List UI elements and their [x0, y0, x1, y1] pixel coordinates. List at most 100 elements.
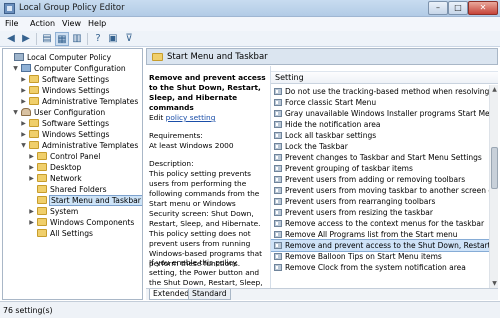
menu-bar: File Action View Help	[0, 17, 500, 31]
setting-row[interactable]: Remove access to the context menus for t…	[271, 218, 498, 229]
description-body: This policy setting prevents users from …	[149, 169, 263, 268]
back-arrow-icon[interactable]: ◀	[4, 32, 18, 46]
minimize-button[interactable]: –	[428, 1, 448, 15]
details-pane-title: Start Menu and Taskbar	[167, 52, 268, 62]
policy-setting-icon	[274, 143, 282, 150]
setting-name: Gray unavailable Windows Installer progr…	[285, 109, 498, 118]
edit-policy-setting-link[interactable]: policy setting	[166, 113, 216, 122]
setting-row[interactable]: Lock all taskbar settings	[271, 130, 498, 141]
toolbar-separator	[87, 33, 88, 45]
expander-icon	[28, 197, 35, 204]
expand-arrow-icon[interactable]: ▶	[20, 131, 27, 138]
policy-setting-icon	[274, 198, 282, 205]
expander-icon[interactable]	[5, 54, 12, 61]
collapse-arrow-icon[interactable]: ▼	[20, 142, 27, 149]
setting-column-header[interactable]: Setting	[271, 71, 498, 84]
help-icon[interactable]: ?	[91, 32, 105, 46]
setting-row-selected[interactable]: Remove and prevent access to the Shut Do…	[271, 239, 498, 252]
toolbar: ◀ ▶ ▤ ▦ ▥ ? ▣ ⊽	[0, 31, 500, 47]
tab-standard[interactable]: Standard	[188, 289, 231, 300]
folder-icon	[152, 53, 163, 61]
setting-row[interactable]: Prevent changes to Taskbar and Start Men…	[271, 152, 498, 163]
setting-name: Remove All Programs list from the Start …	[285, 230, 458, 239]
show-hide-tree-icon[interactable]: ▦	[55, 32, 69, 46]
tree-node-label: Network	[50, 174, 82, 183]
expander-icon	[28, 230, 35, 237]
description-label: Description:	[149, 159, 194, 168]
window-title: Local Group Policy Editor	[19, 3, 125, 13]
console-tree: Local Computer Policy ▼ Computer Configu…	[2, 48, 143, 300]
description-body-continued: If you enable this policy setting, the P…	[149, 258, 263, 287]
scroll-up-icon[interactable]: ▲	[490, 85, 499, 94]
tree-node-label: All Settings	[50, 229, 93, 238]
settings-scrollbar[interactable]: ▲ ▼	[489, 85, 498, 288]
setting-row[interactable]: Prevent users from adding or removing to…	[271, 174, 498, 185]
maximize-button[interactable]: □	[448, 1, 468, 15]
tree-node-label: Windows Settings	[42, 130, 110, 139]
expand-arrow-icon[interactable]: ▶	[28, 175, 35, 182]
requirements-value: At least Windows 2000	[149, 141, 234, 150]
expand-arrow-icon[interactable]: ▶	[28, 208, 35, 215]
expand-arrow-icon[interactable]: ▶	[20, 76, 27, 83]
scroll-thumb[interactable]	[491, 147, 498, 189]
policy-setting-icon	[274, 264, 282, 271]
policy-setting-icon	[274, 242, 282, 249]
up-folder-icon[interactable]: ▤	[40, 32, 54, 46]
menu-file[interactable]: File	[5, 19, 18, 28]
scroll-down-icon[interactable]: ▼	[490, 279, 499, 288]
close-button[interactable]: ✕	[468, 1, 498, 15]
folder-icon	[29, 97, 39, 105]
collapse-arrow-icon[interactable]: ▼	[12, 109, 19, 116]
policy-setting-icon	[274, 88, 282, 95]
setting-row[interactable]: Prevent users from resizing the taskbar	[271, 207, 498, 218]
folder-icon	[29, 86, 39, 94]
expand-arrow-icon[interactable]: ▶	[20, 120, 27, 127]
folder-icon	[29, 119, 39, 127]
folder-icon	[37, 229, 47, 237]
computer-icon	[21, 64, 31, 72]
setting-row[interactable]: Prevent users from moving taskbar to ano…	[271, 185, 498, 196]
expand-arrow-icon[interactable]: ▶	[28, 153, 35, 160]
expand-arrow-icon[interactable]: ▶	[28, 164, 35, 171]
setting-row[interactable]: Hide the notification area	[271, 119, 498, 130]
setting-row[interactable]: Gray unavailable Windows Installer progr…	[271, 108, 498, 119]
setting-row[interactable]: Remove Balloon Tips on Start Menu items	[271, 251, 498, 262]
setting-row[interactable]: Prevent grouping of taskbar items	[271, 163, 498, 174]
export-list-icon[interactable]: ▥	[70, 32, 84, 46]
expand-arrow-icon[interactable]: ▶	[20, 87, 27, 94]
folder-open-icon	[37, 196, 47, 204]
policy-setting-icon	[274, 187, 282, 194]
setting-row[interactable]: Prevent users from rearranging toolbars	[271, 196, 498, 207]
setting-name: Prevent grouping of taskbar items	[285, 164, 413, 173]
menu-view[interactable]: View	[62, 19, 81, 28]
setting-row[interactable]: Remove Clock from the system notificatio…	[271, 262, 498, 273]
details-pane-header: Start Menu and Taskbar	[146, 48, 498, 65]
tree-node-label: Software Settings	[42, 75, 110, 84]
filter-icon[interactable]: ⊽	[122, 32, 136, 46]
tree-node-label: Shared Folders	[50, 185, 107, 194]
setting-name: Prevent users from adding or removing to…	[285, 175, 466, 184]
setting-row[interactable]: Lock the Taskbar	[271, 141, 498, 152]
setting-row[interactable]: Force classic Start Menu	[271, 97, 498, 108]
tree-node-label: Start Menu and Taskbar	[49, 195, 142, 206]
setting-name: Force classic Start Menu	[285, 98, 377, 107]
tree-node-label: User Configuration	[34, 108, 106, 117]
menu-help[interactable]: Help	[88, 19, 106, 28]
settings-count: 76 setting(s)	[3, 306, 53, 315]
settings-list: Setting Do not use the tracking-based me…	[270, 66, 498, 288]
setting-name: Remove Balloon Tips on Start Menu items	[285, 252, 442, 261]
forward-arrow-icon[interactable]: ▶	[19, 32, 33, 46]
collapse-arrow-icon[interactable]: ▼	[12, 65, 19, 72]
policy-title: Remove and prevent access to the Shut Do…	[149, 73, 266, 112]
properties-icon[interactable]: ▣	[106, 32, 120, 46]
setting-row[interactable]: Remove All Programs list from the Start …	[271, 229, 498, 240]
policy-setting-icon	[274, 220, 282, 227]
policy-setting-icon	[274, 176, 282, 183]
policy-setting-icon	[274, 132, 282, 139]
expand-arrow-icon[interactable]: ▶	[20, 98, 27, 105]
menu-action[interactable]: Action	[30, 19, 55, 28]
tab-extended[interactable]: Extended	[149, 289, 194, 300]
setting-row[interactable]: Do not use the tracking-based method whe…	[271, 86, 498, 97]
expand-arrow-icon[interactable]: ▶	[28, 219, 35, 226]
policy-setting-icon	[274, 231, 282, 238]
